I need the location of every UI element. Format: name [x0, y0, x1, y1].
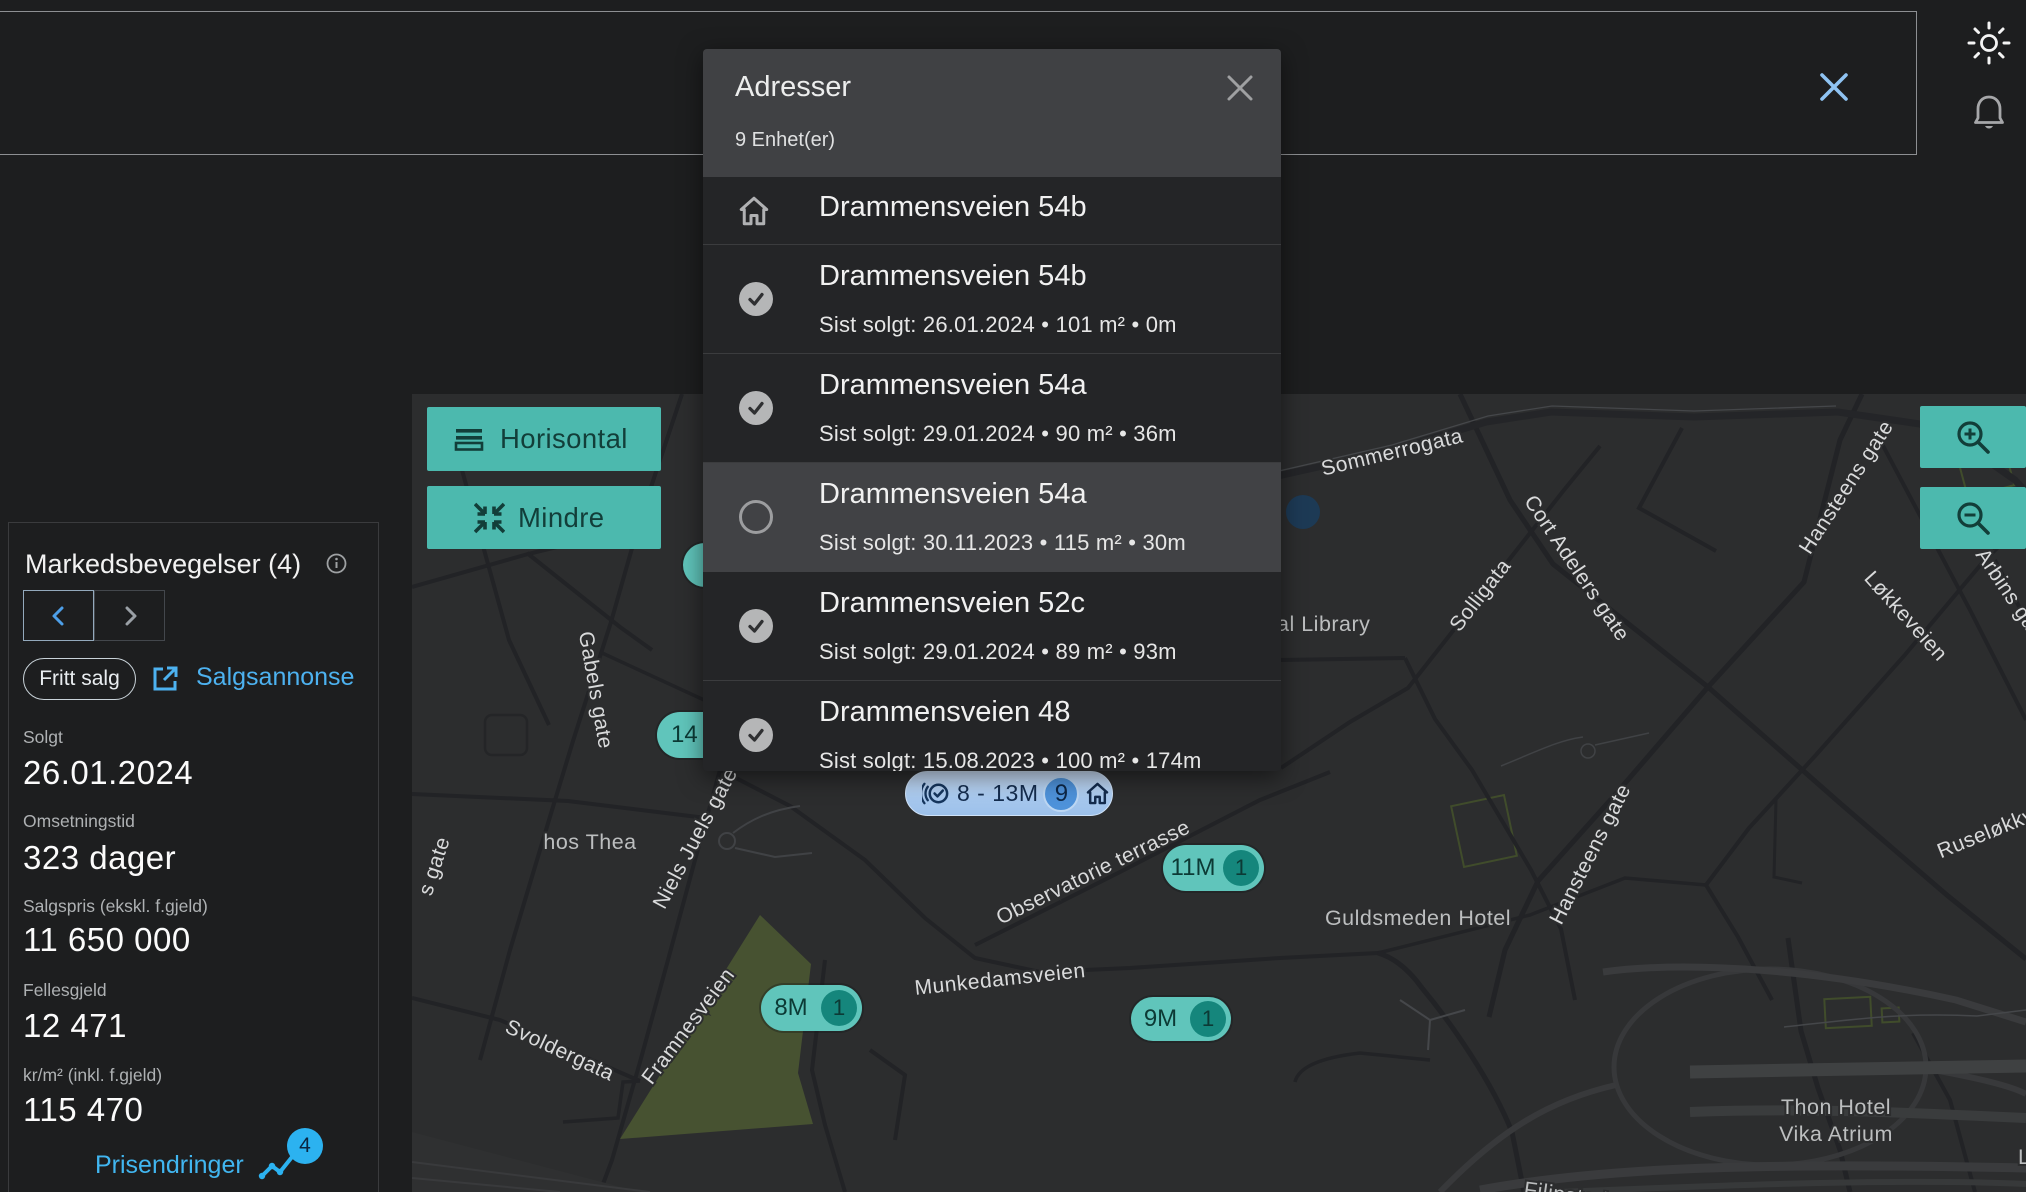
svg-text:hos Thea: hos Thea [543, 830, 636, 854]
svg-text:Guldsmeden Hotel: Guldsmeden Hotel [1325, 906, 1511, 930]
svg-text:La: La [2018, 1145, 2026, 1169]
svg-text:Vika Atrium: Vika Atrium [1779, 1122, 1893, 1146]
svg-text:Thon Hotel: Thon Hotel [1781, 1095, 1891, 1119]
svg-text:al Library: al Library [1277, 612, 1370, 636]
